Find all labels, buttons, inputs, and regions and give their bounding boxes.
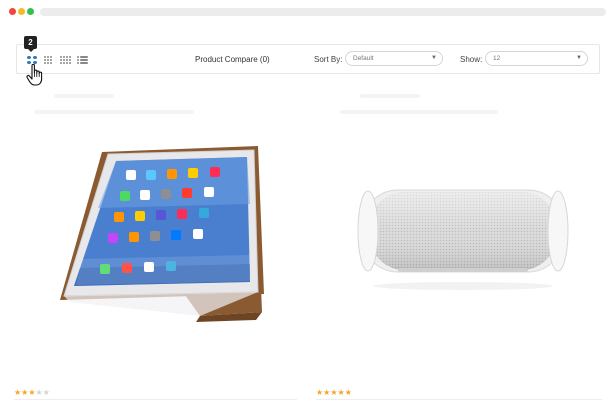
star-icon: ★★★ [14, 388, 36, 397]
step-callout-badge: 2 [24, 36, 37, 52]
faded-title-placeholder [360, 94, 420, 98]
faded-text-placeholder [34, 110, 194, 114]
star-empty-icon: ★★ [35, 388, 50, 397]
star-icon: ★★★★★ [316, 388, 352, 397]
grid-2-icon[interactable] [27, 56, 37, 64]
product-image-ipad[interactable] [50, 144, 282, 322]
sort-by-select[interactable]: Default ▼ [345, 51, 443, 66]
close-window-dot[interactable] [9, 8, 16, 15]
chevron-down-icon: ▼ [576, 55, 582, 61]
browser-chrome [0, 0, 616, 24]
product-card-speaker[interactable] [316, 82, 599, 406]
card-divider [14, 399, 297, 400]
sort-by-value: Default [353, 55, 374, 62]
list-icon[interactable] [77, 56, 88, 64]
grid-4-icon[interactable] [60, 56, 71, 64]
grid-3-icon[interactable] [44, 56, 55, 64]
chevron-down-icon: ▼ [431, 55, 437, 61]
product-compare-link[interactable]: Product Compare (0) [195, 55, 270, 64]
maximize-window-dot[interactable] [27, 8, 34, 15]
product-image-speaker[interactable] [346, 182, 580, 292]
card-divider [316, 399, 602, 400]
show-label: Show: [460, 55, 483, 64]
faded-title-placeholder [54, 94, 114, 98]
faded-text-placeholder [340, 110, 498, 114]
star-rating: ★★★★★ [316, 388, 352, 397]
star-rating: ★★★★★ [14, 388, 50, 397]
product-card-ipad[interactable] [14, 82, 297, 406]
sort-by-label: Sort By: [314, 55, 343, 64]
address-bar[interactable] [40, 8, 606, 16]
minimize-window-dot[interactable] [18, 8, 25, 15]
show-count-value: 12 [493, 55, 501, 62]
show-count-select[interactable]: 12 ▼ [485, 51, 588, 66]
